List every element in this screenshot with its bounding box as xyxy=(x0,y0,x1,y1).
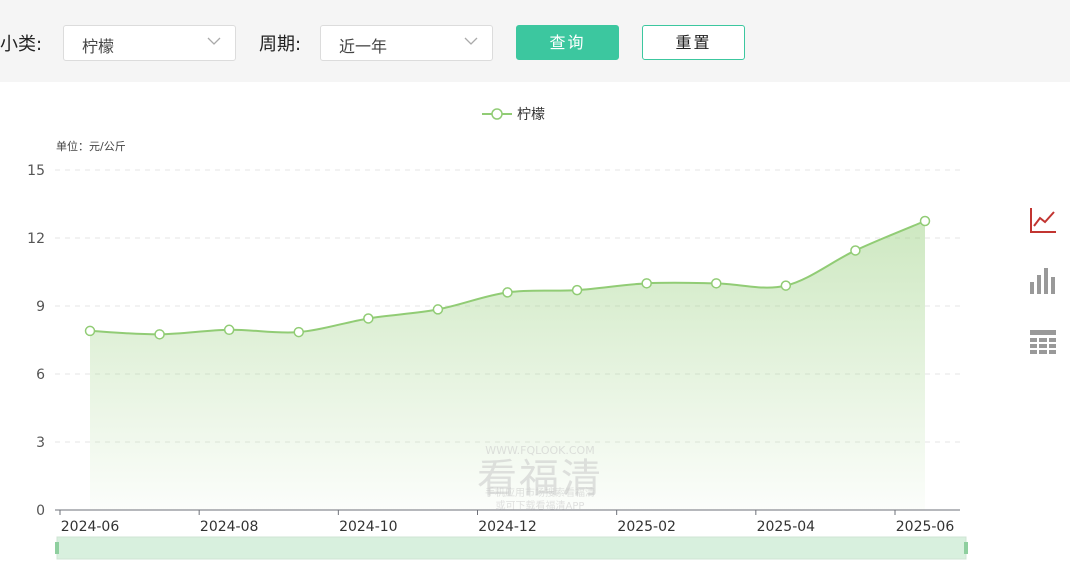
data-point xyxy=(571,284,583,296)
period-select[interactable]: 近一年 xyxy=(320,25,493,61)
x-tick-label: 2024-12 xyxy=(478,519,537,535)
x-tick-label: 2024-10 xyxy=(339,519,398,535)
y-tick-label: 15 xyxy=(27,163,45,179)
period-label: 周期: xyxy=(259,34,302,55)
chevron-down-icon xyxy=(207,37,221,45)
y-tick-label: 3 xyxy=(36,435,45,451)
data-point xyxy=(641,278,652,289)
chevron-down-icon xyxy=(464,37,478,45)
data-zoom-slider[interactable] xyxy=(55,536,968,560)
data-point xyxy=(711,278,722,289)
unit-label: 单位：元/公斤 xyxy=(56,139,126,153)
x-tick-label: 2024-08 xyxy=(200,519,259,535)
data-point xyxy=(363,313,374,324)
y-tick-label: 0 xyxy=(36,503,45,519)
data-point xyxy=(223,324,235,336)
data-point xyxy=(154,329,165,340)
data-point xyxy=(780,280,792,291)
x-tick-label: 2025-04 xyxy=(757,519,816,535)
x-tick-label: 2025-06 xyxy=(896,519,955,535)
query-button[interactable]: 查询 xyxy=(516,25,619,60)
data-zoom-handle-left xyxy=(55,542,59,554)
data-point xyxy=(919,215,931,227)
y-tick-label: 12 xyxy=(27,231,45,247)
data-point xyxy=(502,287,513,298)
watermark-line2: 手机应用市场搜索看福清 xyxy=(485,488,595,499)
filter-toolbar: 小类: 柠檬 周期: 近一年 查询 重置 xyxy=(0,0,1070,82)
data-point xyxy=(850,245,861,256)
reset-button[interactable]: 重置 xyxy=(642,25,745,60)
watermark-url: WWW.FQLOOK.COM xyxy=(485,444,595,457)
data-zoom-handle-right xyxy=(964,542,968,554)
x-tick-label: 2025-02 xyxy=(617,519,676,535)
subcategory-select[interactable]: 柠檬 xyxy=(63,25,236,61)
subcategory-label: 小类: xyxy=(0,34,43,55)
subcategory-value: 柠檬 xyxy=(82,37,115,56)
data-point xyxy=(293,326,304,338)
legend-label: 柠檬 xyxy=(517,107,545,123)
y-tick-label: 6 xyxy=(36,367,45,383)
watermark: 看福清 WWW.FQLOOK.COM 手机应用市场搜索看福清 或可下载看福清AP… xyxy=(470,444,610,513)
x-tick-label: 2024-06 xyxy=(61,519,120,535)
line-chart-icon[interactable] xyxy=(1028,205,1058,235)
data-table-icon[interactable] xyxy=(1028,327,1058,357)
data-point xyxy=(84,325,96,337)
data-point xyxy=(432,304,444,315)
legend: 柠檬 xyxy=(482,107,545,123)
legend-marker xyxy=(491,108,503,120)
period-value: 近一年 xyxy=(339,37,388,56)
y-tick-label: 9 xyxy=(36,299,45,315)
bar-chart-icon[interactable] xyxy=(1028,265,1058,295)
data-zoom-track xyxy=(56,536,967,560)
